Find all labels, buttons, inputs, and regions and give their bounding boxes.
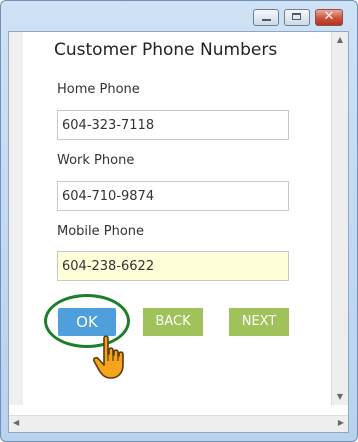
next-button[interactable]: NEXT <box>229 308 289 336</box>
hand-pointer-icon <box>93 335 124 379</box>
minimize-icon <box>262 19 271 21</box>
title-bar[interactable]: ✕ <box>1 1 357 31</box>
app-window: ✕ Customer Phone Numbers Home Phone Work… <box>0 0 358 442</box>
scroll-up-icon[interactable]: ▲ <box>332 34 348 46</box>
minimize-button[interactable] <box>253 9 279 26</box>
maximize-icon <box>292 13 301 20</box>
form-heading: Customer Phone Numbers <box>54 40 278 60</box>
home-phone-input[interactable] <box>57 110 289 140</box>
maximize-button[interactable] <box>284 9 310 26</box>
form-panel: Customer Phone Numbers Home Phone Work P… <box>8 31 349 433</box>
home-phone-label: Home Phone <box>57 82 140 97</box>
horizontal-scrollbar[interactable]: ◀ ▶ <box>9 415 348 432</box>
close-button[interactable]: ✕ <box>315 9 343 26</box>
left-gutter <box>9 32 23 405</box>
close-icon: ✕ <box>323 9 335 24</box>
vertical-scrollbar[interactable]: ▲ ▼ <box>331 32 348 405</box>
scroll-left-icon[interactable]: ◀ <box>13 418 19 427</box>
back-button[interactable]: BACK <box>143 308 203 336</box>
scroll-down-icon[interactable]: ▼ <box>332 391 348 403</box>
mobile-phone-input[interactable] <box>57 251 289 281</box>
work-phone-label: Work Phone <box>57 153 135 168</box>
work-phone-input[interactable] <box>57 181 289 211</box>
mobile-phone-label: Mobile Phone <box>57 224 145 239</box>
scroll-right-icon[interactable]: ▶ <box>338 418 344 427</box>
